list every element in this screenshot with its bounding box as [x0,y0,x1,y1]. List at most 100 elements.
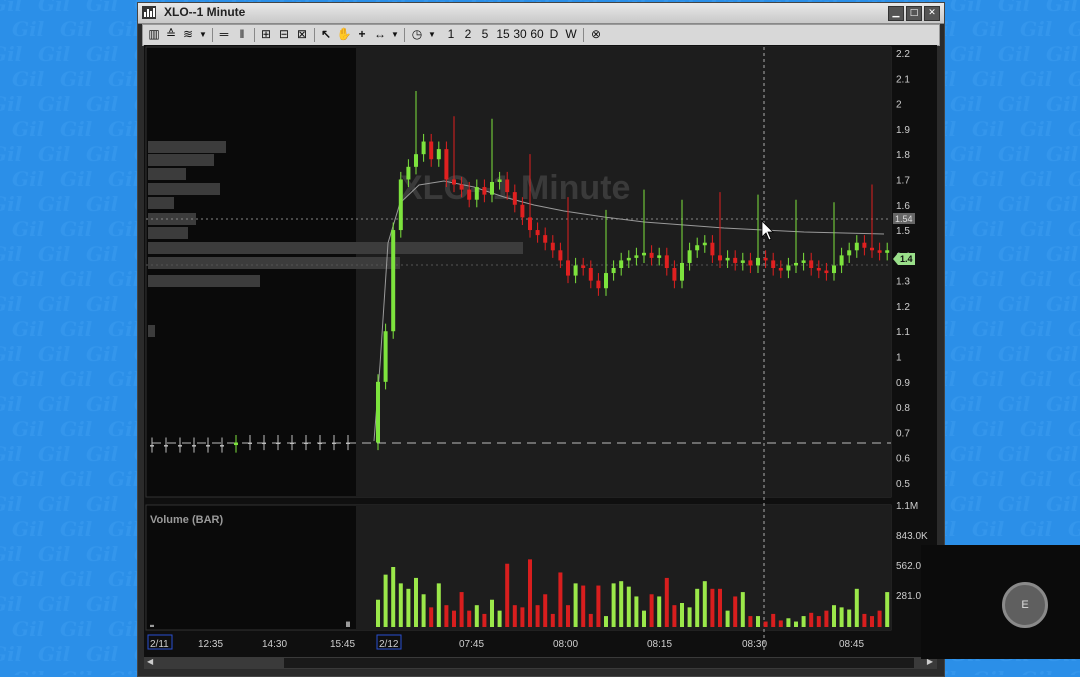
scroll-left-icon[interactable]: ◀ [147,657,153,666]
horizontal-lines-icon[interactable]: ═ [216,26,232,43]
volume-bar [528,559,532,627]
time-axis-label: 14:30 [262,639,287,650]
arrow-cursor-icon[interactable]: ↖ [318,26,334,43]
volume-bar [763,621,768,627]
timeframe-30[interactable]: 30 [512,26,528,43]
candle-body [619,260,624,268]
chart-toolbar: ▥ ≙ ≋ ▼ ═ ‖ ⊞ ⊟ ⊠ ↖ ✋ + ↔ ▼ ◷ ▼ 1 2 5 15… [142,24,940,46]
volume-bar [596,585,601,627]
time-axis-label: 12:35 [198,639,223,650]
volume-bar [672,605,677,627]
bar-chart-icon[interactable]: ▥ [146,26,162,43]
avatar[interactable]: E [1002,582,1048,628]
candle-body [276,442,280,445]
volume-bar [505,563,510,627]
candle-icon[interactable]: ≙ [163,26,179,43]
scrollbar-thumb[interactable] [284,658,914,668]
candle-body [634,255,639,258]
dropdown-icon[interactable]: ▼ [426,26,438,43]
minimize-button[interactable]: ▁ [888,6,904,21]
toolbar-divider [212,28,213,42]
volume-bar [497,610,502,627]
volume-bar [626,586,631,627]
crosshair-icon[interactable]: + [354,26,370,43]
candle-body [178,445,182,447]
maximize-button[interactable]: □ [906,6,922,21]
candle-body [687,250,692,263]
volume-bar [566,605,570,627]
candle-body [512,192,517,205]
timeframe-1[interactable]: 1 [445,26,457,43]
volume-bar [832,605,836,627]
volume-bar [414,577,418,627]
volume-bar [482,613,487,627]
volume-bar [854,588,859,627]
candle-body [596,280,601,289]
horizontal-scrollbar[interactable]: ◀ ▶ [144,657,937,669]
candle-body [748,260,753,266]
volume-profile-bar [148,183,220,195]
timeframe-daily[interactable]: D [548,26,560,43]
toolbar-divider [583,28,584,42]
candle-body [816,268,821,271]
vertical-lines-icon[interactable]: ‖ [234,26,250,43]
volume-bar [664,577,669,627]
timeframe-15[interactable]: 15 [495,26,511,43]
volume-bar [847,609,852,627]
price-tick-label: 2 [896,100,902,111]
candle-body [885,250,890,253]
candle-body [459,184,464,190]
line-type-icon[interactable]: ≋ [180,26,196,43]
candle-body [543,235,548,243]
price-tick-label: 1.8 [896,150,910,161]
price-tick-label: 2.1 [896,74,910,85]
chart-area[interactable]: XLO--1 Minute 2.22.121.91.81.71.61.51.41… [144,45,937,665]
volume-bar [718,588,722,627]
volume-bar [406,588,411,627]
window-titlebar[interactable]: XLO--1 Minute ▁ □ ✕ [138,3,944,24]
candle-body [672,268,677,281]
volume-bar [778,620,783,627]
close-button[interactable]: ✕ [924,6,940,21]
volume-bar [444,605,449,627]
price-tick-label: 1.6 [896,201,910,212]
candle-body [429,141,434,160]
candle-body [832,265,836,274]
volume-bar [786,618,791,627]
dropdown-icon[interactable]: ▼ [197,26,209,43]
dropdown-icon[interactable]: ▼ [389,26,401,43]
time-axis-label: 08:30 [742,639,767,650]
candle-body [725,257,730,261]
layout-2-icon[interactable]: ⊟ [276,26,292,43]
volume-bar [150,624,154,627]
cancel-icon[interactable]: ⊗ [588,26,604,43]
toolbar-divider [314,28,315,42]
volume-profile-bar [148,141,226,153]
layout-3-icon[interactable]: ⊠ [294,26,310,43]
candle-body [718,255,722,261]
volume-bar [429,607,434,627]
layout-1-icon[interactable]: ⊞ [258,26,274,43]
candle-body [318,442,322,445]
hand-icon[interactable]: ✋ [336,26,352,43]
timeframe-2[interactable]: 2 [462,26,474,43]
volume-bar [634,596,639,627]
time-axis-label: 08:15 [647,639,672,650]
candle-body [604,273,608,289]
volume-bar [490,599,494,627]
clock-icon[interactable]: ◷ [409,26,425,43]
candle-body [588,268,593,281]
time-axis-label: 15:45 [330,639,355,650]
volume-bar [604,616,608,627]
candle-body [421,141,426,155]
candle-body [558,250,563,261]
timeframe-5[interactable]: 5 [479,26,491,43]
time-axis-label: 08:00 [553,639,578,650]
volume-bar [649,594,654,627]
timeframe-weekly[interactable]: W [564,26,578,43]
volume-bar [771,613,776,627]
volume-bar [816,616,821,627]
chart-canvas[interactable]: XLO--1 Minute 2.22.121.91.81.71.61.51.41… [144,45,937,657]
timeframe-60[interactable]: 60 [529,26,545,43]
measure-icon[interactable]: ↔ [372,26,388,43]
